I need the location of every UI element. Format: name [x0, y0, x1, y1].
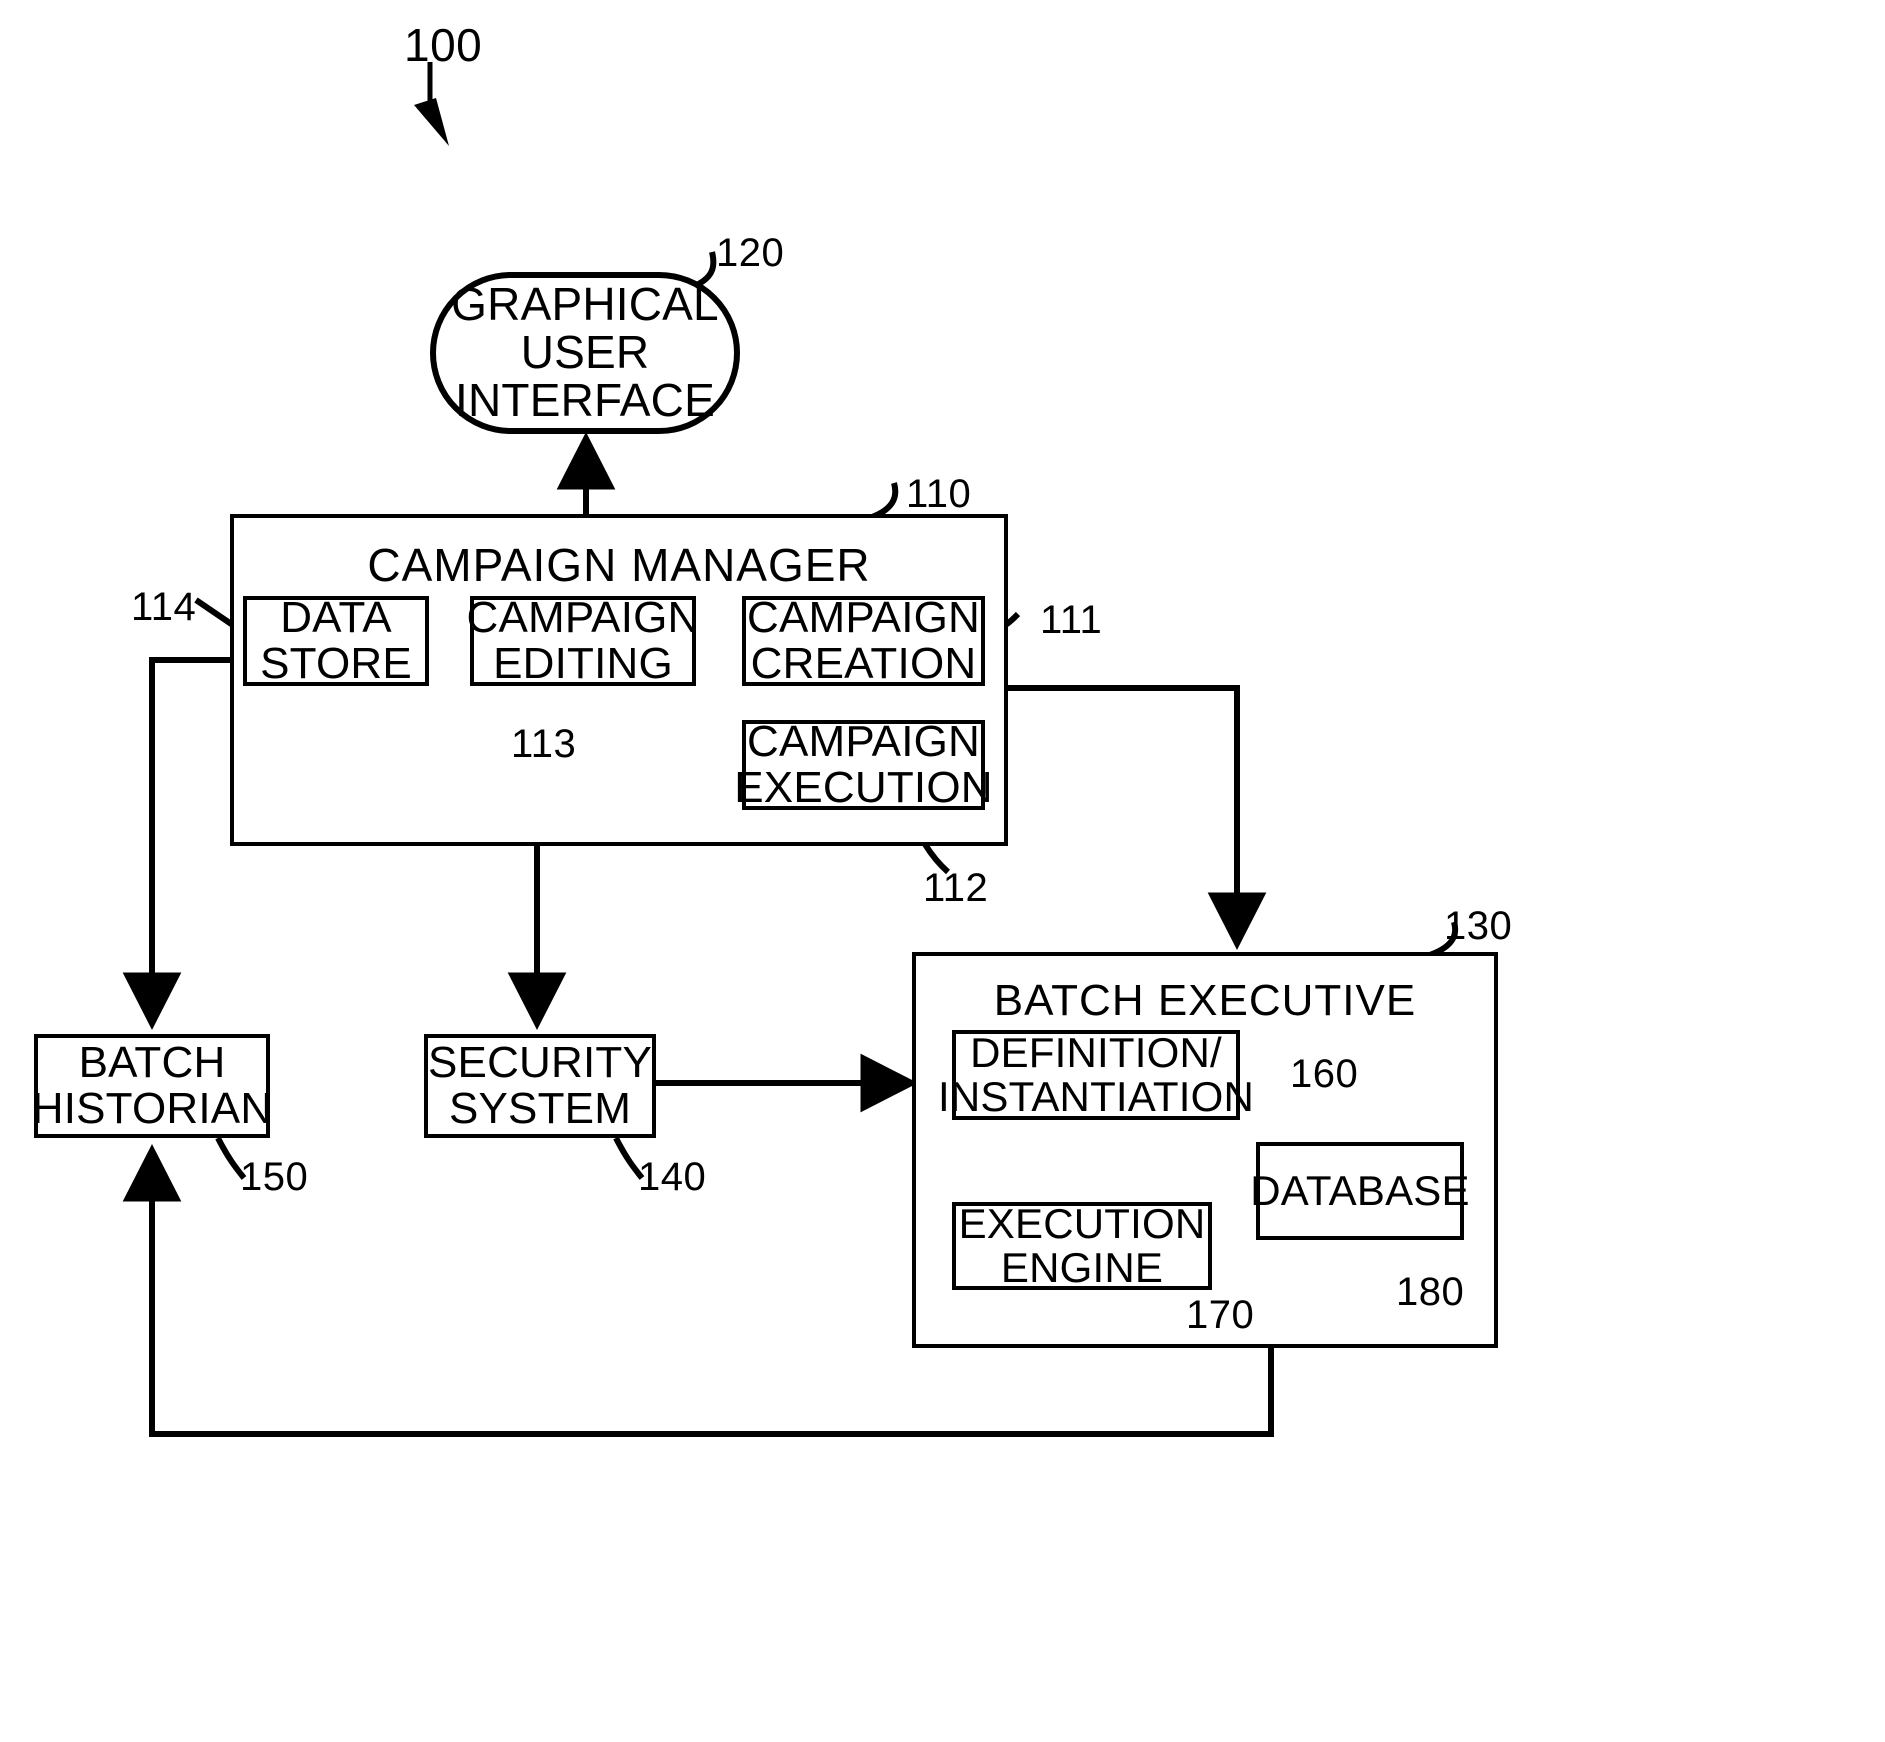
ref-140: 140 — [638, 1155, 707, 1199]
ref-110: 110 — [906, 472, 972, 516]
execution-engine-line-1: EXECUTION — [958, 1200, 1206, 1248]
security-system-line-2: SYSTEM — [448, 1084, 632, 1133]
campaign-editing-node[interactable]: CAMPAIGN EDITING — [466, 595, 699, 688]
ref-130: 130 — [1444, 904, 1513, 948]
data-store-line-1: DATA — [280, 593, 392, 643]
gui-line-3: INTERFACE — [455, 373, 715, 426]
batch-historian-line-1: BATCH — [78, 1038, 226, 1088]
figure-ref-100: 100 — [404, 19, 483, 71]
data-store-line-2: STORE — [260, 639, 412, 688]
security-system-line-1: SECURITY — [427, 1038, 653, 1088]
campaign-creation-line-2: CREATION — [750, 639, 977, 688]
ref-112: 112 — [923, 866, 989, 910]
ref-150: 150 — [240, 1155, 309, 1199]
ref-120: 120 — [716, 231, 785, 275]
campaign-manager-title: CAMPAIGN MANAGER — [367, 539, 871, 591]
database-label: DATABASE — [1250, 1167, 1470, 1215]
campaign-editing-line-1: CAMPAIGN — [466, 593, 700, 643]
ref-113: 113 — [511, 722, 577, 766]
ref-160: 160 — [1290, 1052, 1359, 1096]
batch-executive-title: BATCH EXECUTIVE — [993, 976, 1417, 1025]
campaign-creation-line-1: CAMPAIGN — [746, 593, 981, 643]
gui-line-1: GRAPHICAL — [451, 278, 719, 331]
batch-historian-node[interactable]: BATCH HISTORIAN — [31, 1034, 273, 1138]
execution-engine-node[interactable]: EXECUTION ENGINE — [952, 1202, 1212, 1290]
database-node[interactable]: DATABASE — [1250, 1142, 1470, 1240]
leader-110 — [870, 482, 899, 520]
campaign-execution-node[interactable]: CAMPAIGN EXECUTION — [734, 717, 992, 810]
patent-figure-canvas: 100 GRAPHICAL USER INTERFACE 120 CAMPAIG… — [0, 0, 1885, 1742]
definition-instantiation-line-2: INSTANTIATION — [937, 1073, 1255, 1120]
ref-114: 114 — [131, 585, 197, 629]
data-store-node[interactable]: DATA STORE — [243, 593, 429, 688]
figure-ref-arrow — [414, 62, 449, 146]
ref-170: 170 — [1186, 1293, 1255, 1337]
arrow-creation-to-batchexec — [985, 685, 1267, 950]
campaign-editing-line-2: EDITING — [493, 639, 673, 688]
campaign-execution-line-1: CAMPAIGN — [746, 717, 981, 767]
definition-instantiation-line-1: DEFINITION/ — [970, 1029, 1222, 1077]
execution-engine-line-2: ENGINE — [1000, 1244, 1164, 1291]
campaign-execution-line-2: EXECUTION — [734, 763, 993, 812]
batch-historian-line-2: HISTORIAN — [31, 1084, 273, 1133]
security-system-node[interactable]: SECURITY SYSTEM — [424, 1034, 656, 1138]
campaign-creation-node[interactable]: CAMPAIGN CREATION — [742, 593, 985, 688]
ref-180: 180 — [1396, 1270, 1465, 1314]
definition-instantiation-node[interactable]: DEFINITION/ INSTANTIATION — [938, 1029, 1254, 1120]
graphical-user-interface-node[interactable]: GRAPHICAL USER INTERFACE — [430, 272, 740, 434]
ref-111: 111 — [1040, 598, 1103, 642]
gui-line-2: USER — [520, 326, 650, 379]
